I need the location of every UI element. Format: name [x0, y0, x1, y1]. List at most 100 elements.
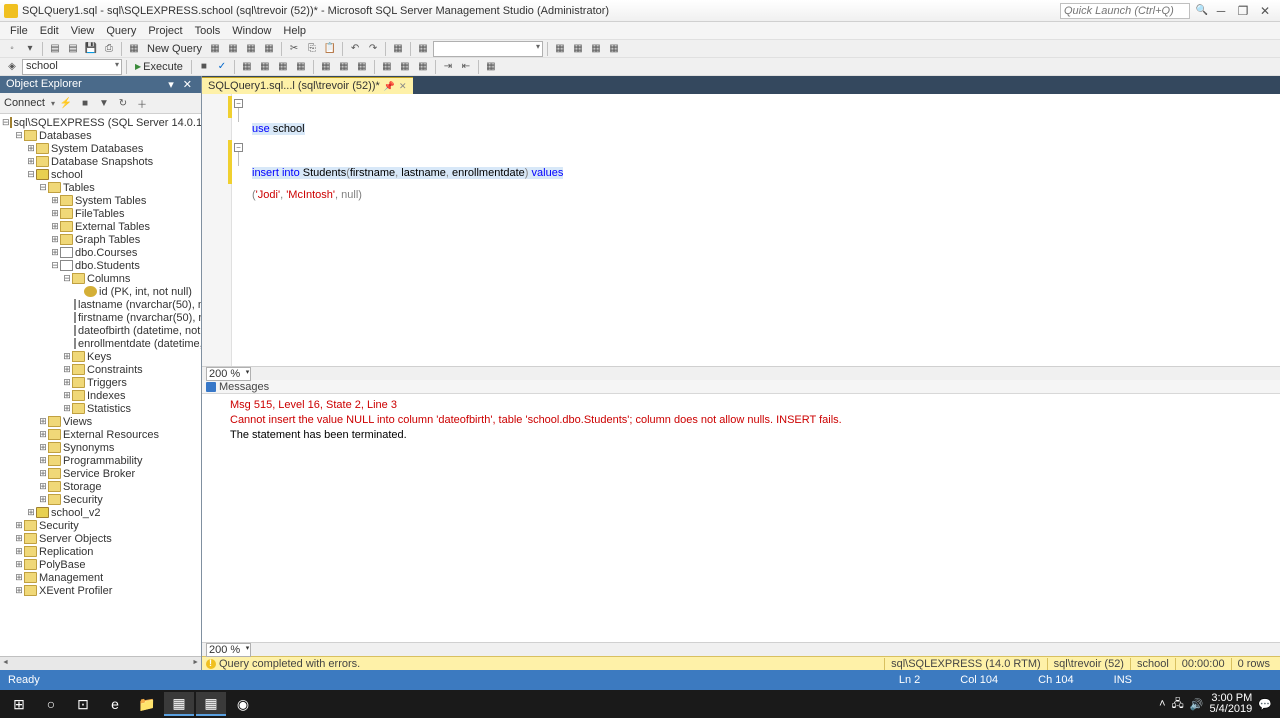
- tray-notifications-icon[interactable]: 💬: [1258, 698, 1272, 711]
- tb2-icon-7[interactable]: ▦: [354, 59, 370, 75]
- tb2-icon-6[interactable]: ▦: [336, 59, 352, 75]
- oe-pin-icon[interactable]: ▾ ✕: [168, 78, 195, 91]
- tn-dbocourses[interactable]: dbo.Courses: [75, 247, 137, 259]
- menu-query[interactable]: Query: [100, 25, 142, 37]
- fold-box-icon[interactable]: −: [234, 99, 243, 108]
- new-query-button[interactable]: New Query: [144, 43, 205, 55]
- tn-programmability[interactable]: Programmability: [63, 455, 142, 467]
- tn-extres[interactable]: External Resources: [63, 429, 159, 441]
- new-icon[interactable]: ▤: [47, 41, 63, 57]
- tn-dbostudents[interactable]: dbo.Students: [75, 260, 140, 272]
- tb-icon-8[interactable]: ▦: [570, 41, 586, 57]
- tb-icon-6[interactable]: ▦: [415, 41, 431, 57]
- tb-icon-10[interactable]: ▦: [606, 41, 622, 57]
- tb-icon-2[interactable]: ▦: [225, 41, 241, 57]
- tb2-icon-4[interactable]: ▦: [293, 59, 309, 75]
- menu-window[interactable]: Window: [226, 25, 277, 37]
- oe-disconnect-icon[interactable]: ⚡: [58, 95, 74, 111]
- new-query-icon[interactable]: ▦: [126, 41, 142, 57]
- execute-button[interactable]: Execute: [131, 61, 187, 73]
- parse-icon[interactable]: ✓: [214, 59, 230, 75]
- editor-tab-sqlquery1[interactable]: SQLQuery1.sql...l (sql\trevoir (52))* 📌 …: [202, 77, 413, 94]
- tn-security-db[interactable]: Security: [63, 494, 103, 506]
- tn-col-enroll[interactable]: enrollmentdate (datetime, null): [78, 338, 201, 350]
- oe-tree[interactable]: ⊟sql\SQLEXPRESS (SQL Server 14.0.1000 - …: [0, 114, 201, 656]
- tab-pin-icon[interactable]: 📌: [384, 81, 395, 92]
- comment-icon[interactable]: ▦: [483, 59, 499, 75]
- tn-col-firstname[interactable]: firstname (nvarchar(50), not nul: [78, 312, 201, 324]
- tn-statistics[interactable]: Statistics: [87, 403, 131, 415]
- maximize-button[interactable]: ❐: [1232, 3, 1254, 19]
- tb2-icon-2[interactable]: ▦: [257, 59, 273, 75]
- tn-polybase[interactable]: PolyBase: [39, 559, 85, 571]
- start-button[interactable]: ⊞: [4, 692, 34, 716]
- tn-filetables[interactable]: FileTables: [75, 208, 125, 220]
- tb-icon-5[interactable]: ▦: [390, 41, 406, 57]
- tb2-icon-8[interactable]: ▦: [379, 59, 395, 75]
- tb-icon-1[interactable]: ▦: [207, 41, 223, 57]
- debug-icon[interactable]: ■: [196, 59, 212, 75]
- explorer-icon[interactable]: 📁: [132, 692, 162, 716]
- tn-columns[interactable]: Columns: [87, 273, 130, 285]
- tray-chevron-icon[interactable]: ˄: [1159, 698, 1165, 710]
- cortana-icon[interactable]: ○: [36, 692, 66, 716]
- outdent-icon[interactable]: ⇤: [458, 59, 474, 75]
- oe-filter-icon[interactable]: ▼: [96, 95, 112, 111]
- tn-constraints[interactable]: Constraints: [87, 364, 143, 376]
- forward-icon[interactable]: ▾: [22, 41, 38, 57]
- menu-project[interactable]: Project: [142, 25, 188, 37]
- oe-h-scrollbar[interactable]: [0, 656, 201, 670]
- tn-col-lastname[interactable]: lastname (nvarchar(50), not nul: [78, 299, 201, 311]
- code-editor[interactable]: − − use school insert into Students(firs…: [202, 94, 1280, 366]
- tb-icon-7[interactable]: ▦: [552, 41, 568, 57]
- tn-synonyms[interactable]: Synonyms: [63, 442, 114, 454]
- tn-serverobj[interactable]: Server Objects: [39, 533, 112, 545]
- msg-zoom-combo[interactable]: 200 %: [206, 643, 251, 657]
- paste-icon[interactable]: 📋: [322, 41, 338, 57]
- tn-sysdb[interactable]: System Databases: [51, 143, 143, 155]
- ssms-taskbar-icon[interactable]: ▦: [196, 692, 226, 716]
- tray-volume-icon[interactable]: 🔊: [1190, 698, 1204, 711]
- tn-security[interactable]: Security: [39, 520, 79, 532]
- tn-school[interactable]: school: [51, 169, 83, 181]
- tn-xeprofiler[interactable]: XEvent Profiler: [39, 585, 112, 597]
- tray-network-icon[interactable]: 🖧: [1172, 695, 1184, 714]
- tb-icon-4[interactable]: ▦: [261, 41, 277, 57]
- tn-keys[interactable]: Keys: [87, 351, 111, 363]
- search-icon[interactable]: 🔍: [1194, 3, 1210, 19]
- copy-icon[interactable]: ⎘: [304, 41, 320, 57]
- tb2-icon-9[interactable]: ▦: [397, 59, 413, 75]
- fold-box-icon[interactable]: −: [234, 143, 243, 152]
- taskview-icon[interactable]: ⊡: [68, 692, 98, 716]
- tb2-icon-1[interactable]: ▦: [239, 59, 255, 75]
- minimize-button[interactable]: ─: [1210, 3, 1232, 19]
- oe-connect-button[interactable]: Connect: [4, 97, 48, 109]
- tb2-icon-5[interactable]: ▦: [318, 59, 334, 75]
- tn-exttables[interactable]: External Tables: [75, 221, 150, 233]
- tb2-icon-3[interactable]: ▦: [275, 59, 291, 75]
- tn-col-dob[interactable]: dateofbirth (datetime, not null): [78, 325, 201, 337]
- menu-tools[interactable]: Tools: [189, 25, 227, 37]
- tn-tables[interactable]: Tables: [63, 182, 95, 194]
- indent-icon[interactable]: ⇥: [440, 59, 456, 75]
- tb2-icon-10[interactable]: ▦: [415, 59, 431, 75]
- tn-storage[interactable]: Storage: [63, 481, 102, 493]
- db-icon[interactable]: ◈: [4, 59, 20, 75]
- cut-icon[interactable]: ✂: [286, 41, 302, 57]
- menu-view[interactable]: View: [65, 25, 101, 37]
- menu-edit[interactable]: Edit: [34, 25, 65, 37]
- zoom-combo[interactable]: 200 %: [206, 367, 251, 381]
- open-icon[interactable]: ▤: [65, 41, 81, 57]
- tb-icon-9[interactable]: ▦: [588, 41, 604, 57]
- redo-icon[interactable]: ↷: [365, 41, 381, 57]
- chrome-icon[interactable]: ◉: [228, 692, 258, 716]
- tn-col-id[interactable]: id (PK, int, not null): [99, 286, 192, 298]
- oe-add-icon[interactable]: ＋: [134, 95, 150, 111]
- tb-icon-3[interactable]: ▦: [243, 41, 259, 57]
- tn-indexes[interactable]: Indexes: [87, 390, 126, 402]
- undo-icon[interactable]: ↶: [347, 41, 363, 57]
- back-icon[interactable]: ◦: [4, 41, 20, 57]
- tn-databases[interactable]: Databases: [39, 130, 92, 142]
- quick-launch-input[interactable]: [1060, 3, 1190, 19]
- tn-schoolv2[interactable]: school_v2: [51, 507, 101, 519]
